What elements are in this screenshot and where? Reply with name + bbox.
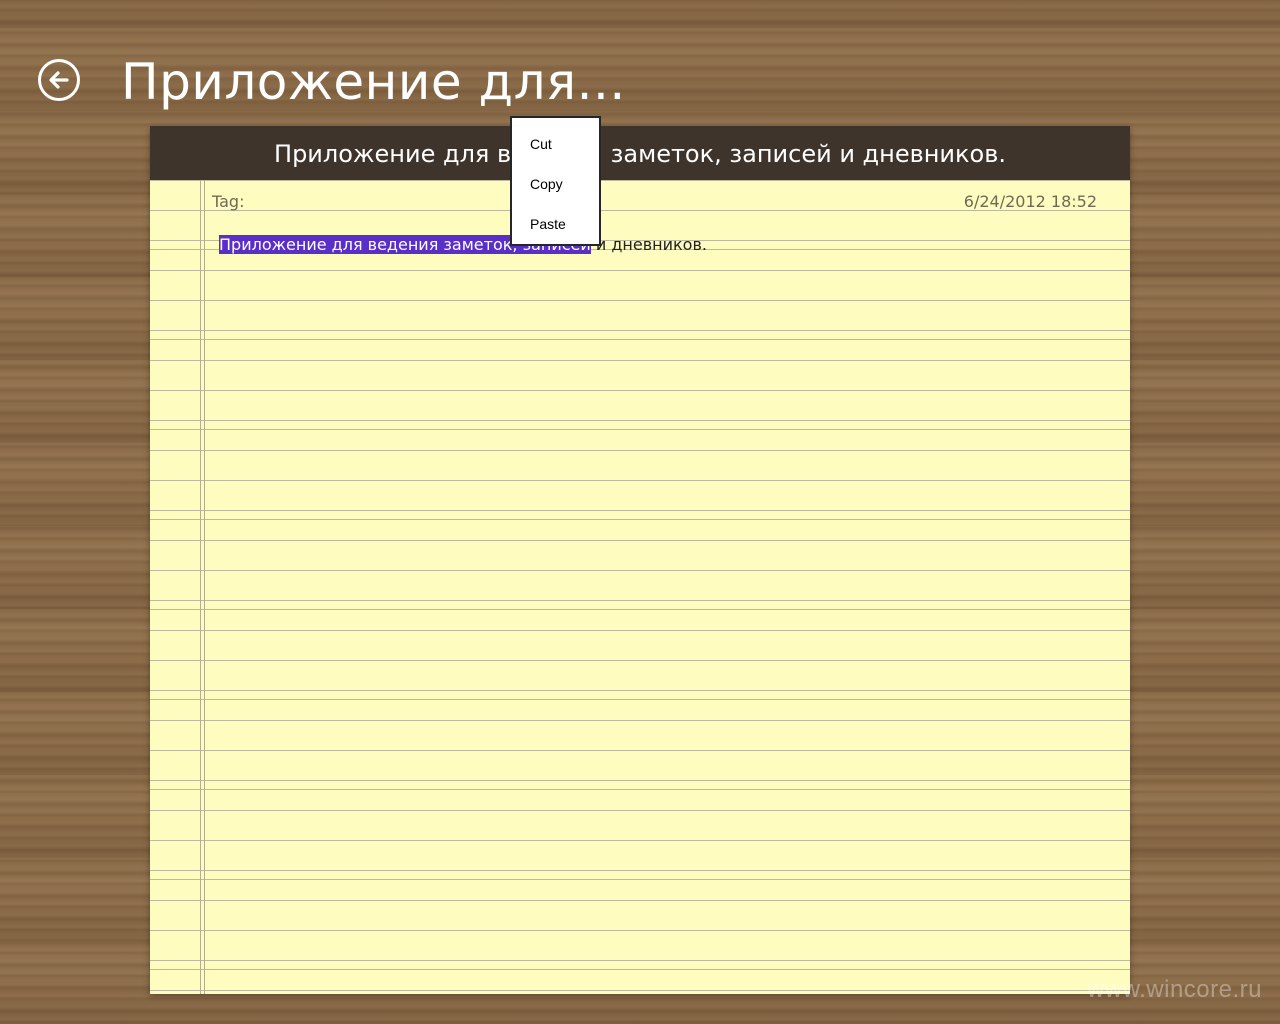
margin-line bbox=[204, 180, 205, 994]
note-paper[interactable]: Приложение для ведения заметок, записей … bbox=[150, 126, 1130, 994]
menu-item-paste[interactable]: Paste bbox=[512, 210, 599, 250]
note-title[interactable]: Приложение для ведения заметок, записей … bbox=[150, 126, 1130, 180]
unselected-text[interactable]: и дневников. bbox=[591, 235, 707, 254]
back-arrow-icon bbox=[49, 71, 69, 89]
margin-line bbox=[200, 180, 201, 994]
note-text-editor[interactable]: Приложение для ведения заметок, записей … bbox=[219, 234, 707, 256]
tag-field[interactable]: Tag: bbox=[212, 192, 244, 211]
ruled-paper bbox=[150, 180, 1130, 994]
page-title: Приложение для... bbox=[121, 53, 626, 111]
watermark: www.wincore.ru bbox=[1086, 976, 1262, 1003]
back-button[interactable] bbox=[38, 59, 80, 101]
menu-item-cut[interactable]: Cut bbox=[512, 130, 599, 170]
note-timestamp: 6/24/2012 18:52 bbox=[963, 192, 1097, 211]
menu-item-copy[interactable]: Copy bbox=[512, 170, 599, 210]
context-menu: Cut Copy Paste bbox=[510, 116, 601, 246]
